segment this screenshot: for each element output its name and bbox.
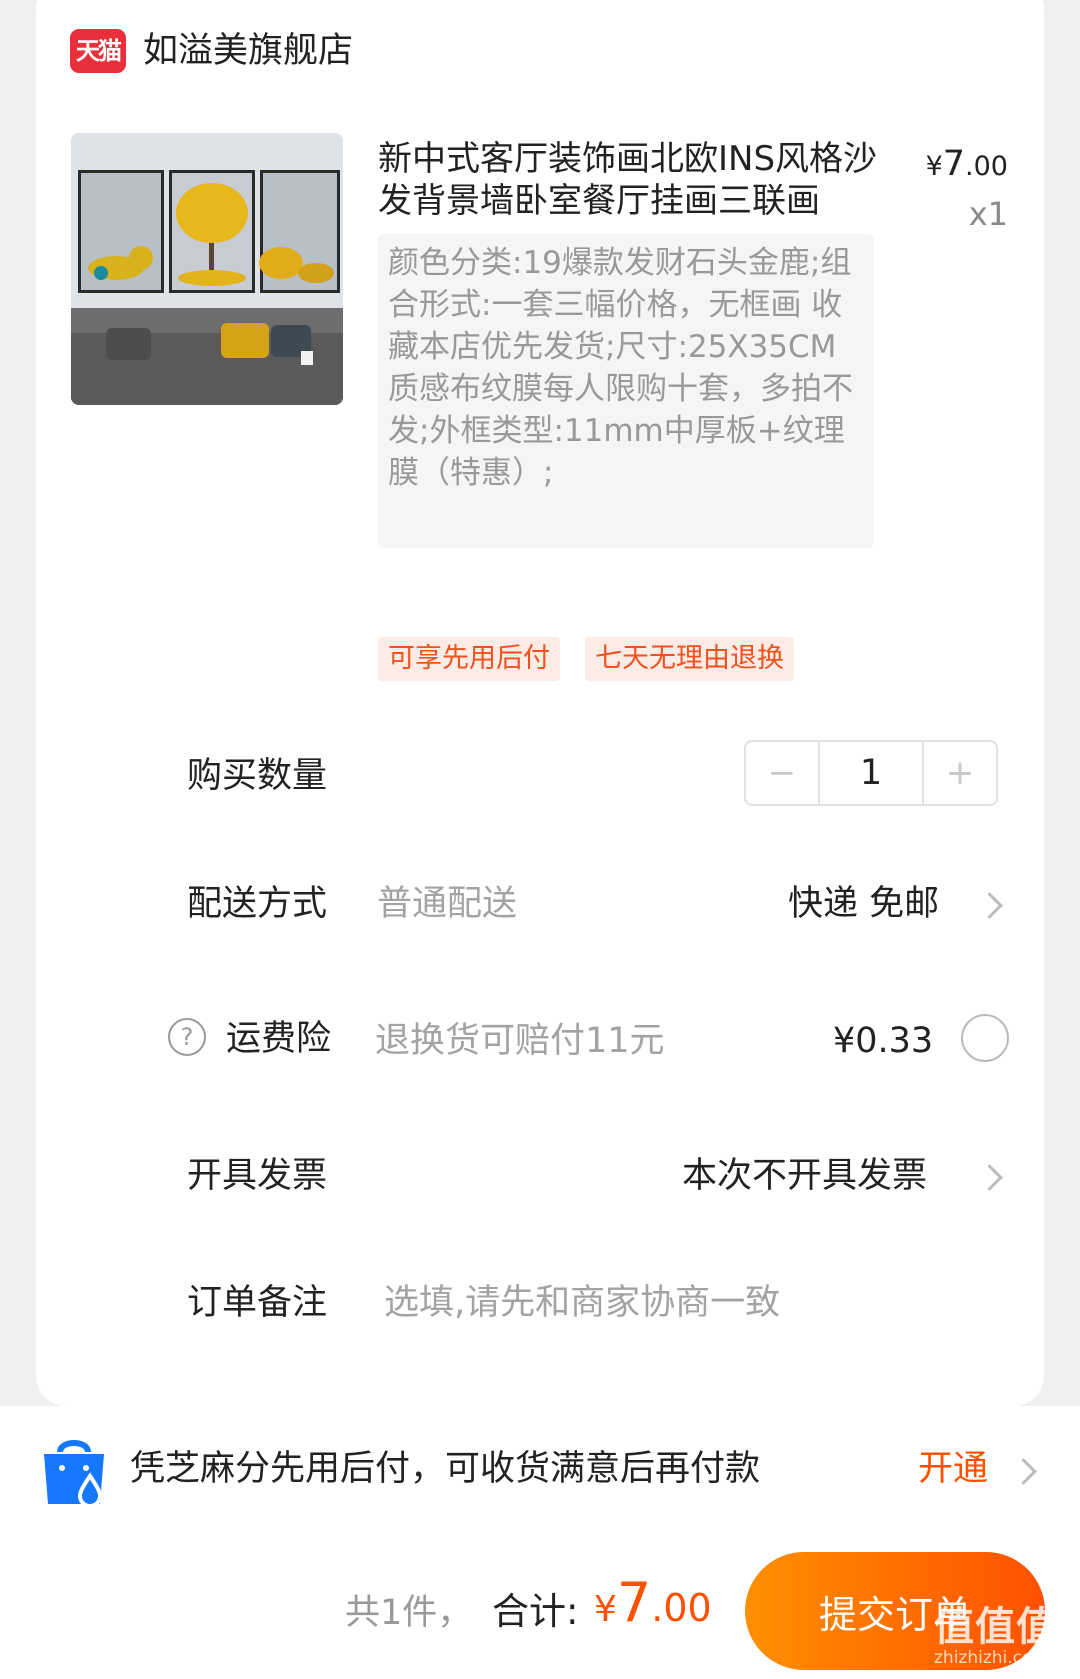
product-price: ¥7.00 <box>926 144 1008 184</box>
delivery-label: 配送方式 <box>187 884 328 924</box>
tmall-badge-icon: 天猫 <box>70 29 126 73</box>
insurance-label: 运费险 <box>226 1019 332 1059</box>
product-title[interactable]: 新中式客厅装饰画北欧INS风格沙发背景墙卧室餐厅挂画三联画 <box>378 138 878 222</box>
product-photo-illustration <box>71 133 343 405</box>
item-count: 共1件， <box>345 1593 473 1633</box>
total-int: 7 <box>616 1571 652 1634</box>
pay-later-open-link[interactable]: 开通 <box>918 1446 988 1492</box>
help-icon[interactable]: ? <box>168 1018 206 1056</box>
tag-seven-day-return: 七天无理由退换 <box>585 637 794 681</box>
total-label: 合计: <box>492 1590 579 1633</box>
invoice-label: 开具发票 <box>187 1156 328 1196</box>
tag-pay-later: 可享先用后付 <box>378 637 560 681</box>
price-int: 7 <box>942 144 966 184</box>
shopping-bag-icon <box>44 1440 104 1508</box>
product-quantity: x1 <box>968 195 1008 233</box>
total-price: ¥7.00 <box>594 1568 712 1651</box>
delivery-method: 普通配送 <box>377 884 518 924</box>
price-dec: .00 <box>965 151 1008 182</box>
quantity-stepper[interactable]: − 1 + <box>744 740 998 806</box>
decrement-button[interactable]: − <box>746 742 818 804</box>
remark-input[interactable]: 选填,请先和商家协商一致 <box>384 1280 780 1326</box>
store-name[interactable]: 如溢美旗舰店 <box>143 27 353 75</box>
remark-label: 订单备注 <box>187 1283 328 1323</box>
total-dec: .00 <box>651 1586 712 1630</box>
pay-later-text: 凭芝麻分先用后付，可收货满意后再付款 <box>130 1449 761 1489</box>
invoice-value[interactable]: 本次不开具发票 <box>682 1153 927 1199</box>
watermark: 值值值 <box>934 1604 1057 1650</box>
quantity-value[interactable]: 1 <box>818 742 924 804</box>
insurance-price: ¥0.33 <box>833 1021 934 1061</box>
radio-unchecked-icon[interactable] <box>961 1014 1009 1062</box>
total-symbol: ¥ <box>594 1589 617 1630</box>
sku-description[interactable]: 颜色分类:19爆款发财石头金鹿;组合形式:一套三幅价格，无框画 收藏本店优先发货… <box>378 234 874 548</box>
quantity-label: 购买数量 <box>187 756 328 796</box>
watermark-url: zhizhizhi.com <box>934 1648 1049 1668</box>
product-image[interactable] <box>71 133 343 405</box>
increment-button[interactable]: + <box>924 742 996 804</box>
price-symbol: ¥ <box>925 151 943 182</box>
insurance-desc: 退换货可赔付11元 <box>375 1021 665 1061</box>
delivery-value[interactable]: 快递 免邮 <box>788 881 939 927</box>
